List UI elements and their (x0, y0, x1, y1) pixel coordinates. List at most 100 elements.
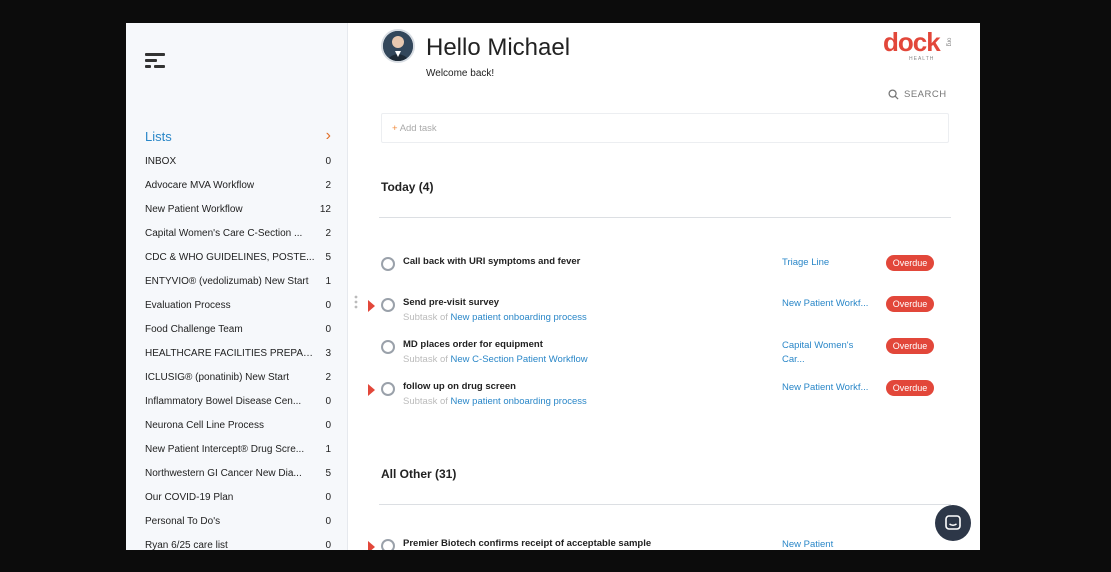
parent-task-link[interactable]: New C-Section Patient Workflow (451, 354, 588, 365)
divider (379, 217, 951, 218)
task-row[interactable]: Send pre-visit survey Subtask of New pati… (348, 294, 980, 330)
task-subtask-of: Subtask of New patient onboarding proces… (403, 312, 587, 323)
sidebar-list-item[interactable]: ENTYVIO® (vedolizumab) New Start 1 (145, 272, 331, 290)
sidebar-list-item[interactable]: HEALTHCARE FACILITIES PREPAR... 3 (145, 344, 331, 362)
sidebar-list-item[interactable]: Inflammatory Bowel Disease Cen... 0 (145, 392, 331, 410)
task-row[interactable]: MD places order for equipment Subtask of … (348, 336, 980, 372)
sidebar-list-name: ICLUSIG® (ponatinib) New Start (145, 371, 290, 383)
task-list-link[interactable]: Capital Women's Car... (782, 339, 874, 367)
task-row[interactable]: Premier Biotech confirms receipt of acce… (348, 535, 980, 550)
task-title[interactable]: follow up on drug screen (403, 381, 516, 392)
sidebar-list-item[interactable]: Neurona Cell Line Process 0 (145, 416, 331, 434)
subtask-prefix: Subtask of (403, 354, 448, 365)
sidebar-list-name: New Patient Intercept® Drug Scre... (145, 443, 305, 455)
sidebar-list-count: 0 (325, 419, 331, 431)
add-task-placeholder: Add task (399, 123, 437, 134)
today-section-title: Today (4) (381, 180, 434, 194)
task-list-link[interactable]: New Patient Workf... (782, 297, 874, 311)
task-list-link[interactable]: New Patient (782, 538, 874, 550)
sidebar-list-item[interactable]: Advocare MVA Workflow 2 (145, 176, 331, 194)
task-title[interactable]: Call back with URI symptoms and fever (403, 256, 580, 267)
logo-domain: org (945, 37, 952, 47)
task-list-link[interactable]: New Patient Workf... (782, 381, 874, 395)
task-checkbox[interactable] (381, 298, 395, 312)
sidebar-list-count: 3 (325, 347, 331, 359)
sidebar-list-name: Evaluation Process (145, 299, 231, 311)
overdue-badge[interactable]: Overdue (886, 338, 934, 354)
sidebar-list-item[interactable]: Food Challenge Team 0 (145, 320, 331, 338)
sidebar-list-name: Personal To Do's (145, 515, 221, 527)
sidebar-list-item[interactable]: Evaluation Process 0 (145, 296, 331, 314)
task-list-link[interactable]: Triage Line (782, 256, 874, 270)
sidebar-list-count: 5 (325, 467, 331, 479)
sidebar-list-item[interactable]: New Patient Workflow 12 (145, 200, 331, 218)
sidebar: Lists › INBOX 0 Advocare MVA Workflow 2 New … (126, 23, 348, 550)
logo-wordmark: dock (883, 27, 941, 57)
sidebar-list-name: INBOX (145, 155, 177, 167)
task-checkbox[interactable] (381, 257, 395, 271)
welcome-text: Welcome back! (426, 68, 495, 79)
sidebar-list-count: 2 (325, 179, 331, 191)
app-window: Lists › INBOX 0 Advocare MVA Workflow 2 New … (126, 23, 980, 550)
task-subtask-of: Subtask of New patient onboarding proces… (403, 396, 587, 407)
sidebar-list-name: Our COVID-19 Plan (145, 491, 234, 503)
overdue-badge[interactable]: Overdue (886, 296, 934, 312)
sidebar-list-count: 1 (325, 443, 331, 455)
task-title[interactable]: Premier Biotech confirms receipt of acce… (403, 538, 651, 549)
task-checkbox[interactable] (381, 539, 395, 550)
sidebar-list-name: HEALTHCARE FACILITIES PREPAR... (145, 347, 317, 359)
sidebar-list-item[interactable]: ICLUSIG® (ponatinib) New Start 2 (145, 368, 331, 386)
task-checkbox[interactable] (381, 340, 395, 354)
task-title[interactable]: MD places order for equipment (403, 339, 543, 350)
parent-task-link[interactable]: New patient onboarding process (451, 312, 587, 323)
lists-header[interactable]: Lists › (145, 127, 331, 145)
sidebar-list-name: Inflammatory Bowel Disease Cen... (145, 395, 302, 407)
overdue-badge[interactable]: Overdue (886, 255, 934, 271)
main-content: Hello Michael Welcome back! dock HEALTH … (348, 23, 980, 550)
search-button[interactable]: SEARCH (888, 89, 947, 100)
priority-flag-icon (368, 384, 375, 396)
task-row[interactable]: Call back with URI symptoms and fever Tri… (348, 253, 980, 289)
dock-health-logo: dock HEALTH org (883, 27, 955, 63)
sidebar-list-item[interactable]: Northwestern GI Cancer New Dia... 5 (145, 464, 331, 482)
sidebar-list-item[interactable]: CDC & WHO GUIDELINES, POSTE... 5 (145, 248, 331, 266)
page-title: Hello Michael (426, 34, 571, 61)
priority-flag-icon (368, 300, 375, 312)
chevron-right-icon[interactable]: › (326, 128, 331, 144)
sidebar-list-name: Northwestern GI Cancer New Dia... (145, 467, 302, 479)
task-checkbox[interactable] (381, 382, 395, 396)
search-icon (888, 89, 899, 100)
sidebar-list-count: 0 (325, 323, 331, 335)
task-subtask-of: Subtask of New C-Section Patient Workflo… (403, 354, 588, 365)
sidebar-list-name: Capital Women's Care C-Section ... (145, 227, 303, 239)
divider (379, 504, 951, 505)
sidebar-list-count: 0 (325, 155, 331, 167)
parent-task-link[interactable]: New patient onboarding process (451, 396, 587, 407)
avatar[interactable] (381, 29, 415, 63)
sidebar-list-name: Food Challenge Team (145, 323, 243, 335)
add-task-input[interactable]: + Add task (381, 113, 949, 143)
drag-handle-icon[interactable] (354, 295, 358, 309)
sidebar-list-count: 0 (325, 299, 331, 311)
sidebar-list-item[interactable]: Ryan 6/25 care list 0 (145, 536, 331, 551)
sidebar-list-item[interactable]: Personal To Do's 0 (145, 512, 331, 530)
add-task-plus: + (392, 123, 398, 134)
chat-button[interactable] (935, 505, 971, 541)
task-title[interactable]: Send pre-visit survey (403, 297, 499, 308)
subtask-prefix: Subtask of (403, 312, 448, 323)
sidebar-list-item[interactable]: INBOX 0 (145, 152, 331, 170)
task-row[interactable]: follow up on drug screen Subtask of New p… (348, 378, 980, 414)
sidebar-list-name: ENTYVIO® (vedolizumab) New Start (145, 275, 309, 287)
sidebar-list-item[interactable]: New Patient Intercept® Drug Scre... 1 (145, 440, 331, 458)
sidebar-list-count: 0 (325, 539, 331, 551)
sidebar-list-name: Ryan 6/25 care list (145, 539, 228, 551)
sidebar-list-item[interactable]: Capital Women's Care C-Section ... 2 (145, 224, 331, 242)
sidebar-list-name: Advocare MVA Workflow (145, 179, 255, 191)
sidebar-list-item[interactable]: Our COVID-19 Plan 0 (145, 488, 331, 506)
menu-icon[interactable] (145, 51, 167, 69)
search-label: SEARCH (904, 89, 947, 100)
priority-flag-icon (368, 541, 375, 550)
sidebar-list-name: CDC & WHO GUIDELINES, POSTE... (145, 251, 315, 263)
overdue-badge[interactable]: Overdue (886, 380, 934, 396)
logo-subtext: HEALTH (909, 56, 935, 62)
